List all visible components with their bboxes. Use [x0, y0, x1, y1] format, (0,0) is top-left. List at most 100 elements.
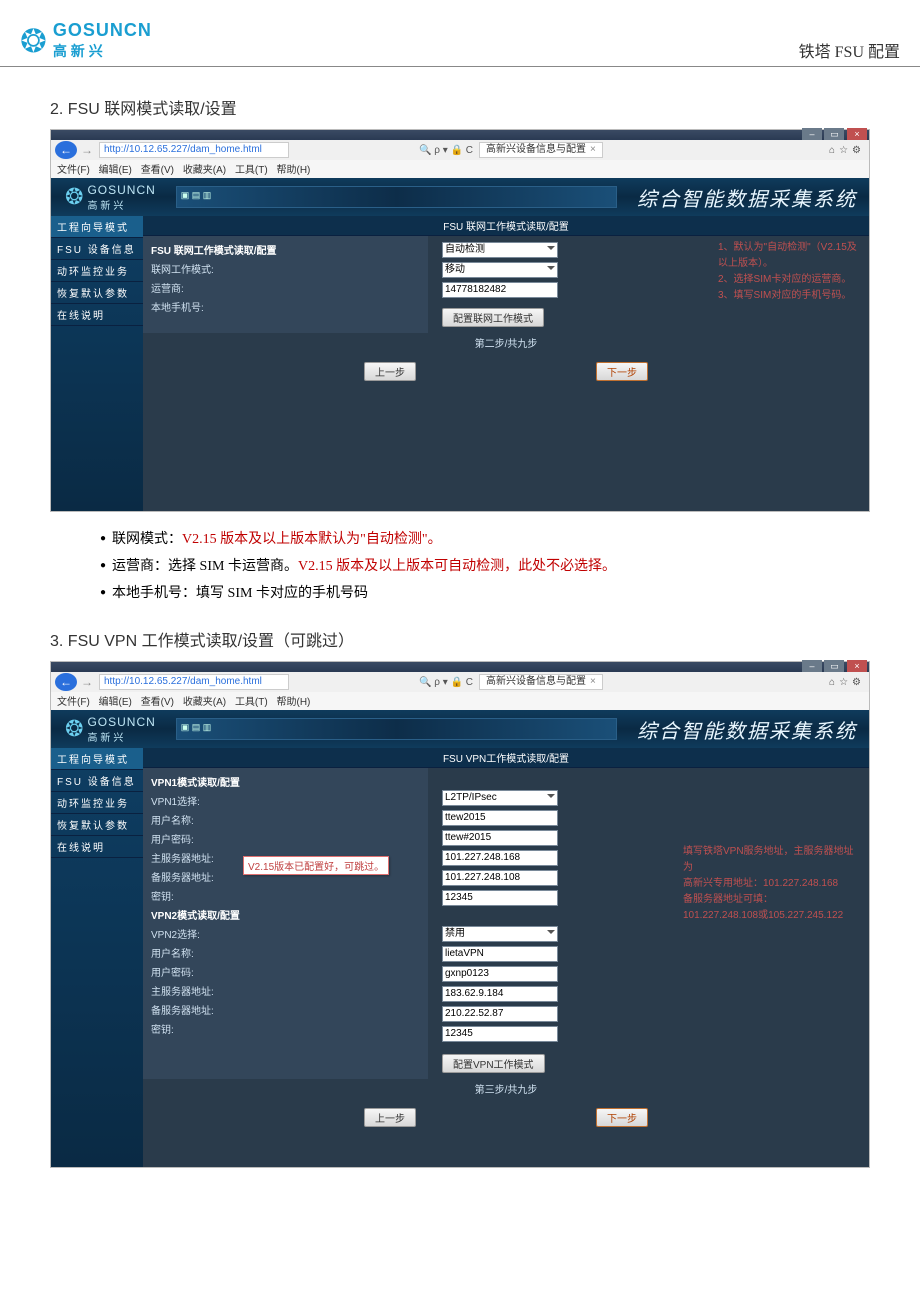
vpn1-pwd-label: 用户密码: [151, 831, 231, 846]
forward-button[interactable]: → [81, 143, 93, 157]
vpn1-back[interactable]: 101.227.248.108 [442, 870, 558, 886]
menu-file[interactable]: 文件(F) [57, 165, 90, 176]
forward-button[interactable]: → [81, 675, 93, 689]
gear-icon[interactable]: ⚙ [852, 145, 861, 156]
brand-logo: ❂ GOSUNCN 高新兴 [20, 20, 152, 61]
window-close-icon[interactable]: × [847, 128, 867, 140]
set-net-mode-button[interactable]: 配置联网工作模式 [442, 308, 544, 327]
page-title: FSU VPN工作模式读取/配置 [143, 748, 869, 768]
nav-header[interactable]: 工程向导模式 [51, 216, 143, 238]
vpn2-title: VPN2模式读取/配置 [143, 905, 428, 924]
search-refresh-icons[interactable]: 🔍 ρ ▾ 🔒 C [419, 677, 473, 688]
tab-close-icon[interactable]: × [586, 676, 596, 687]
banner-logo-icon: ❂ [65, 184, 83, 210]
nav-header[interactable]: 工程向导模式 [51, 748, 143, 770]
nav-item-restore[interactable]: 恢复默认参数 [51, 282, 143, 304]
window-controls: – ▭ × [802, 128, 867, 140]
vpn2-main[interactable]: 183.62.9.184 [442, 986, 558, 1002]
app-banner: ❂ GOSUNCN高新兴 ▣ ▤ ▥ 综合智能数据采集系统 [51, 178, 869, 216]
left-nav: 工程向导模式 FSU 设备信息 动环监控业务 恢复默认参数 在线说明 [51, 748, 143, 1167]
vpn2-user[interactable]: lietaVPN [442, 946, 558, 962]
browser-tab[interactable]: 高新兴设备信息与配置× [479, 142, 603, 158]
vpn1-sel-label: VPN1选择: [151, 793, 231, 808]
hint-3: 3、填写SIM对应的手机号码。 [718, 288, 863, 304]
nav-item-monitor[interactable]: 动环监控业务 [51, 260, 143, 282]
section-2-title: 2. FSU 联网模式读取/设置 [50, 95, 870, 119]
doc-title: 铁塔 FSU 配置 [799, 38, 900, 62]
banner-slogan: 综合智能数据采集系统 [637, 183, 857, 212]
vpn1-key-label: 密钥: [151, 888, 231, 903]
menu-help[interactable]: 帮助(H) [277, 165, 311, 176]
vpn-hint-2: 高新兴专用地址：101.227.248.168 [683, 876, 863, 892]
vpn-hint-4: 101.227.248.108或105.227.245.122 [683, 908, 863, 924]
nav-item-online-help[interactable]: 在线说明 [51, 836, 143, 858]
window-minimize-icon[interactable]: – [802, 660, 822, 672]
vpn2-pwd[interactable]: gxnp0123 [442, 966, 558, 982]
browser-menubar: 文件(F) 编辑(E) 查看(V) 收藏夹(A) 工具(T) 帮助(H) [51, 692, 869, 710]
skip-tooltip: V2.15版本已配置好，可跳过。 [243, 856, 389, 875]
vpn1-user-label: 用户名称: [151, 812, 231, 827]
sp-label: 运营商: [151, 280, 231, 295]
search-refresh-icons[interactable]: 🔍 ρ ▾ 🔒 C [419, 145, 473, 156]
vpn1-back-label: 备服务器地址: [151, 869, 231, 884]
home-icon[interactable]: ⌂ [829, 145, 835, 156]
vpn1-title: VPN1模式读取/配置 [143, 772, 428, 791]
window-maximize-icon[interactable]: ▭ [824, 128, 844, 140]
vpn1-main[interactable]: 101.227.248.168 [442, 850, 558, 866]
nav-item-restore[interactable]: 恢复默认参数 [51, 814, 143, 836]
address-bar[interactable]: http://10.12.65.227/dam_home.html [99, 142, 289, 158]
vpn2-sel[interactable]: 禁用 [442, 926, 558, 942]
section-3-title: 3. FSU VPN 工作模式读取/设置（可跳过） [50, 627, 870, 651]
menu-tools[interactable]: 工具(T) [235, 165, 268, 176]
browser-toolbar: ← → http://10.12.65.227/dam_home.html 🔍 … [51, 140, 869, 160]
page-header: ❂ GOSUNCN 高新兴 铁塔 FSU 配置 [0, 20, 920, 67]
banner-band: ▣ ▤ ▥ [176, 718, 617, 740]
vpn1-key[interactable]: 12345 [442, 890, 558, 906]
address-bar[interactable]: http://10.12.65.227/dam_home.html [99, 674, 289, 690]
favorite-icon[interactable]: ☆ [839, 145, 848, 156]
mode-select[interactable]: 自动检测 [442, 242, 558, 258]
next-button[interactable]: 下一步 [596, 362, 648, 381]
prev-button[interactable]: 上一步 [364, 362, 416, 381]
menu-favorites[interactable]: 收藏夹(A) [183, 165, 226, 176]
nav-item-fsu-info[interactable]: FSU 设备信息 [51, 238, 143, 260]
vpn2-key[interactable]: 12345 [442, 1026, 558, 1042]
left-nav: 工程向导模式 FSU 设备信息 动环监控业务 恢复默认参数 在线说明 [51, 216, 143, 511]
section-2-notes: 联网模式：V2.15 版本及以上版本默认为"自动检测"。 运营商：选择 SIM … [100, 526, 870, 607]
sp-select[interactable]: 移动 [442, 262, 558, 278]
menu-edit[interactable]: 编辑(E) [99, 165, 132, 176]
logo-cn: 高新兴 [53, 41, 152, 61]
window-minimize-icon[interactable]: – [802, 128, 822, 140]
favorite-icon[interactable]: ☆ [839, 677, 848, 688]
note-mode: 联网模式：V2.15 版本及以上版本默认为"自动检测"。 [100, 526, 870, 553]
gear-icon[interactable]: ⚙ [852, 677, 861, 688]
next-button[interactable]: 下一步 [596, 1108, 648, 1127]
phone-input[interactable]: 14778182482 [442, 282, 558, 298]
screenshot-vpn-mode: – ▭ × ← → http://10.12.65.227/dam_home.h… [50, 661, 870, 1168]
nav-item-online-help[interactable]: 在线说明 [51, 304, 143, 326]
back-button[interactable]: ← [55, 673, 77, 691]
step-indicator: 第二步/共九步 [143, 333, 869, 352]
window-maximize-icon[interactable]: ▭ [824, 660, 844, 672]
phone-label: 本地手机号: [151, 299, 231, 314]
step-indicator: 第三步/共九步 [143, 1079, 869, 1098]
vpn2-key-label: 密钥: [151, 1021, 231, 1036]
prev-button[interactable]: 上一步 [364, 1108, 416, 1127]
browser-tab[interactable]: 高新兴设备信息与配置× [479, 674, 603, 690]
vpn1-user[interactable]: ttew2015 [442, 810, 558, 826]
window-titlebar: – ▭ × [51, 130, 869, 140]
vpn2-back[interactable]: 210.22.52.87 [442, 1006, 558, 1022]
set-vpn-mode-button[interactable]: 配置VPN工作模式 [442, 1054, 545, 1073]
mode-label: 联网工作模式: [151, 261, 231, 276]
vpn2-main-label: 主服务器地址: [151, 983, 231, 998]
back-button[interactable]: ← [55, 141, 77, 159]
window-close-icon[interactable]: × [847, 660, 867, 672]
page-title: FSU 联网工作模式读取/配置 [143, 216, 869, 236]
nav-item-monitor[interactable]: 动环监控业务 [51, 792, 143, 814]
menu-view[interactable]: 查看(V) [141, 165, 174, 176]
home-icon[interactable]: ⌂ [829, 677, 835, 688]
nav-item-fsu-info[interactable]: FSU 设备信息 [51, 770, 143, 792]
tab-close-icon[interactable]: × [586, 144, 596, 155]
vpn1-pwd[interactable]: ttew#2015 [442, 830, 558, 846]
vpn1-sel[interactable]: L2TP/IPsec [442, 790, 558, 806]
